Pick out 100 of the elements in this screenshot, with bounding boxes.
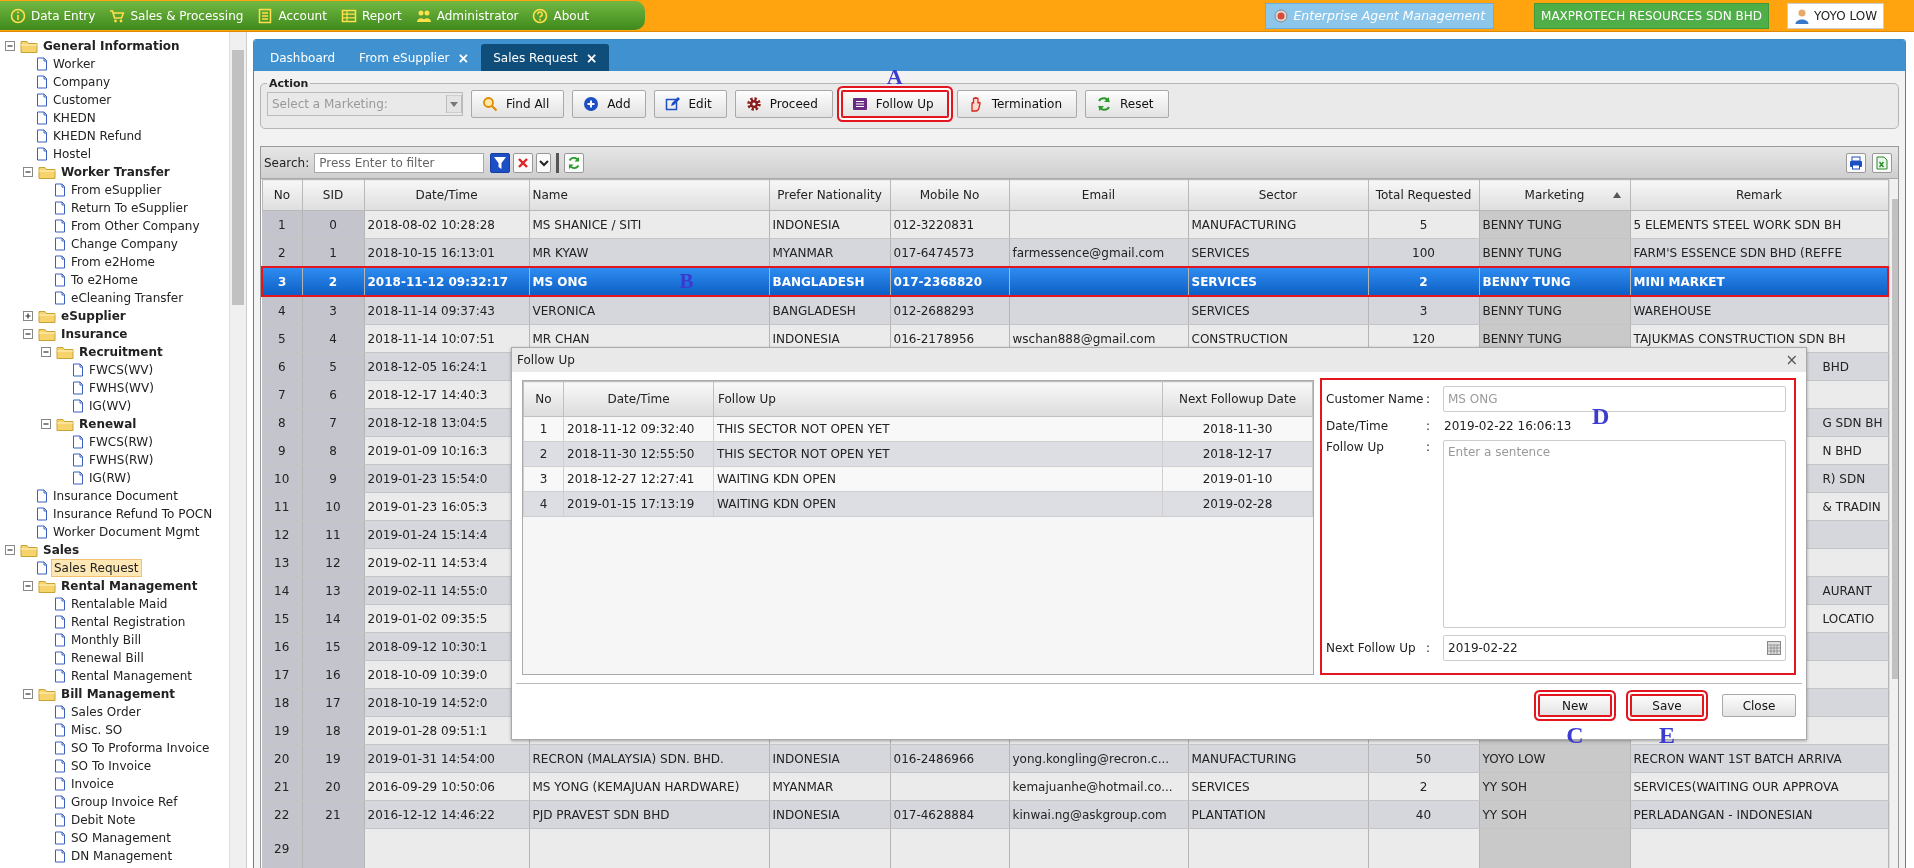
- action-button[interactable]: Find All: [471, 90, 565, 118]
- column-header[interactable]: SID: [302, 179, 364, 211]
- close-icon[interactable]: ×: [585, 49, 598, 66]
- collapse-icon[interactable]: [22, 166, 34, 178]
- column-header[interactable]: Total Requested: [1368, 179, 1479, 211]
- tree-item[interactable]: Rental Registration: [69, 614, 188, 630]
- column-header[interactable]: No: [523, 381, 564, 417]
- close-icon[interactable]: ×: [1785, 351, 1798, 369]
- dropdown-button[interactable]: [536, 152, 552, 173]
- tree-item[interactable]: KHEDN: [51, 110, 98, 126]
- tree-item[interactable]: Change Company: [69, 236, 180, 252]
- action-button[interactable]: Add: [572, 90, 646, 118]
- tree-item[interactable]: Insurance Refund To POCN: [51, 506, 215, 522]
- tree-item[interactable]: Hostel: [51, 146, 94, 162]
- user-menu[interactable]: YOYO LOW: [1787, 2, 1884, 29]
- tree-item[interactable]: Rentalable Maid: [69, 596, 170, 612]
- tree-item[interactable]: DN Management: [69, 848, 175, 864]
- tree-item[interactable]: Monthly Bill: [69, 632, 144, 648]
- tree-folder[interactable]: Rental Management: [59, 578, 200, 594]
- column-header[interactable]: Follow Up: [713, 381, 1163, 417]
- table-row[interactable]: 20 19 2019-01-31 14:54:00 RECRON (MALAYSIA) SDN. BHD. INDONESIA 016-2486966 yong.kongling@recron.c... MANUFACTURING 50 YOYO LOW RECRON WANT 1ST BATCH ARRIVA: [262, 744, 1888, 773]
- tree-item[interactable]: Insurance Document: [51, 488, 180, 504]
- tree-item[interactable]: Debit Note: [69, 812, 138, 828]
- tree-folder[interactable]: Sales: [41, 542, 82, 558]
- expand-icon[interactable]: [22, 310, 34, 322]
- collapse-icon[interactable]: [22, 328, 34, 340]
- tree-item[interactable]: Customer: [51, 92, 114, 108]
- column-header[interactable]: Date/Time: [364, 179, 529, 211]
- tree-item[interactable]: Worker Document Mgmt: [51, 524, 202, 540]
- tree-item[interactable]: Sales Request: [51, 559, 142, 577]
- tree-item[interactable]: SO To Proforma Invoice: [69, 740, 212, 756]
- column-header[interactable]: Sector: [1188, 179, 1368, 211]
- table-row[interactable]: 2 2018-11-30 12:55:50 THIS SECTOR NOT OPEN YET 2018-12-17: [523, 441, 1313, 467]
- table-row[interactable]: 3 2 2018-11-12 09:32:17 MS ONG B BANGLADESH 017-2368820 SERVICES 2 BENNY TUNG MINI MARKET: [262, 267, 1888, 296]
- tree-item[interactable]: SO Management: [69, 830, 173, 846]
- table-row[interactable]: 1 2018-11-12 09:32:40 THIS SECTOR NOT OPEN YET 2018-11-30: [523, 416, 1313, 442]
- table-row[interactable]: 3 2018-12-27 12:27:41 WAITING KDN OPEN 2019-01-10: [523, 466, 1313, 492]
- collapse-icon[interactable]: [22, 580, 34, 592]
- print-button[interactable]: [1846, 152, 1866, 173]
- tree-item[interactable]: Return To eSupplier: [69, 200, 190, 216]
- tree-item[interactable]: eCleaning Transfer: [69, 290, 186, 306]
- tree-item[interactable]: Renewal Bill: [69, 650, 146, 666]
- tree-item[interactable]: FWCS(RW): [87, 434, 155, 450]
- action-button[interactable]: Reset: [1085, 90, 1169, 118]
- tree-item[interactable]: Misc. SO: [69, 722, 125, 738]
- tree-folder[interactable]: eSupplier: [59, 308, 128, 324]
- collapse-icon[interactable]: [4, 40, 16, 52]
- tree-item[interactable]: SO To Invoice: [69, 758, 154, 774]
- column-header[interactable]: Mobile No: [890, 179, 1009, 211]
- text-area[interactable]: Enter a sentence: [1443, 440, 1786, 628]
- action-button[interactable]: Edit: [653, 90, 727, 118]
- table-row[interactable]: 29: [262, 828, 1888, 868]
- tree-item[interactable]: From e2Home: [69, 254, 157, 270]
- tree-folder[interactable]: Bill Management: [59, 686, 177, 702]
- column-header[interactable]: Next Followup Date: [1162, 381, 1313, 417]
- tree-item[interactable]: IG(RW): [87, 470, 133, 486]
- collapse-icon[interactable]: [4, 544, 16, 556]
- column-header[interactable]: Email: [1009, 179, 1188, 211]
- tree-item[interactable]: Sales Order: [69, 704, 143, 720]
- column-header[interactable]: Marketing: [1479, 179, 1630, 211]
- refresh-button[interactable]: [564, 152, 585, 173]
- tree-folder[interactable]: Renewal: [77, 416, 139, 432]
- tab[interactable]: Sales Request ×: [481, 44, 610, 71]
- tree-item[interactable]: Group Invoice Ref: [69, 794, 180, 810]
- table-row[interactable]: 1 0 2018-08-02 10:28:28 MS SHANICE / SITI INDONESIA 012-3220831 MANUFACTURING 5 BENNY TUNG 5 ELEMENTS STEEL WORK SDN BH: [262, 210, 1888, 239]
- column-header[interactable]: Prefer Nationality: [769, 179, 890, 211]
- search-field[interactable]: Press Enter to filter: [314, 152, 485, 173]
- tree-item[interactable]: From eSupplier: [69, 182, 164, 198]
- filter-button[interactable]: [490, 152, 511, 173]
- column-header[interactable]: No: [262, 179, 302, 211]
- export-button[interactable]: [1872, 152, 1892, 173]
- collapse-icon[interactable]: [22, 688, 34, 700]
- column-header[interactable]: Name: [529, 179, 769, 211]
- tree-item[interactable]: Worker: [51, 56, 98, 72]
- tree-item[interactable]: Rental Management: [69, 668, 195, 684]
- tree-folder[interactable]: General Information: [41, 38, 182, 54]
- table-row[interactable]: 4 3 2018-11-14 09:37:43 VERONICA BANGLADESH 012-2688293 SERVICES 3 BENNY TUNG WAREHOUSE: [262, 296, 1888, 325]
- collapse-icon[interactable]: [40, 346, 52, 358]
- column-header[interactable]: Remark: [1630, 179, 1888, 211]
- column-header[interactable]: Date/Time: [563, 381, 714, 417]
- tree-item[interactable]: FWHS(RW): [87, 452, 156, 468]
- tree-item[interactable]: To e2Home: [69, 272, 140, 288]
- tree-folder[interactable]: Worker Transfer: [59, 164, 172, 180]
- tree-item[interactable]: From Other Company: [69, 218, 202, 234]
- tree-item[interactable]: FWHS(WV): [87, 380, 156, 396]
- tree-folder[interactable]: Insurance: [59, 326, 130, 342]
- table-row[interactable]: 4 2019-01-15 17:13:19 WAITING KDN OPEN 2019-02-28: [523, 491, 1313, 517]
- tree-item[interactable]: KHEDN Refund: [51, 128, 144, 144]
- tree-item[interactable]: FWCS(WV): [87, 362, 156, 378]
- tree-item[interactable]: Invoice: [69, 776, 116, 792]
- collapse-icon[interactable]: [40, 418, 52, 430]
- action-button[interactable]: Termination: [956, 90, 1078, 118]
- scrollbar[interactable]: [229, 32, 246, 868]
- tree-item[interactable]: Company: [51, 74, 113, 90]
- clear-filter-button[interactable]: [513, 152, 534, 173]
- table-row[interactable]: 21 20 2016-09-29 10:50:06 MS YONG (KEMAJUAN HARDWARE) MYANMAR kemajuanhe@hotmail.co... SERVICES 2 YY SOH SERVICES(WAITING OUR APPROVA: [262, 772, 1888, 801]
- date-field[interactable]: 2019-02-22: [1443, 635, 1786, 661]
- action-button[interactable]: Proceed: [734, 90, 833, 118]
- tree-folder[interactable]: Recruitment: [77, 344, 165, 360]
- tree-item[interactable]: IG(WV): [87, 398, 134, 414]
